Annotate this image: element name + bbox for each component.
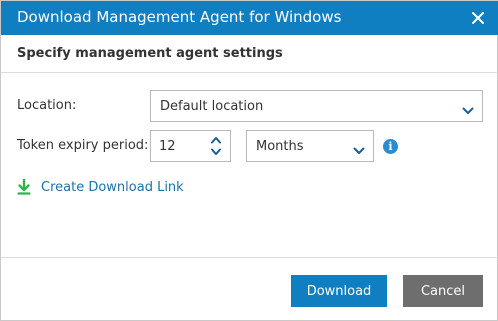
token-expiry-stepper[interactable] — [150, 130, 231, 162]
chevron-down-icon — [462, 101, 474, 114]
download-icon — [17, 179, 32, 195]
download-button[interactable]: Download — [291, 275, 387, 307]
download-agent-dialog: Download Management Agent for Windows Sp… — [0, 0, 498, 321]
token-expiry-input[interactable] — [159, 137, 203, 155]
location-select[interactable]: Default location — [150, 90, 483, 122]
token-expiry-unit-value: Months — [256, 139, 304, 154]
location-label: Location: — [17, 98, 77, 113]
dialog-subheader: Specify management agent settings — [1, 35, 498, 73]
chevron-up-icon[interactable] — [209, 135, 223, 145]
create-download-link[interactable]: Create Download Link — [17, 178, 184, 196]
location-select-value: Default location — [160, 99, 264, 114]
token-expiry-unit-select[interactable]: Months — [246, 130, 374, 162]
cancel-button[interactable]: Cancel — [403, 275, 483, 307]
create-download-link-label: Create Download Link — [41, 179, 184, 195]
info-icon[interactable]: i — [383, 139, 398, 154]
dialog-subtitle: Specify management agent settings — [17, 46, 283, 61]
dialog-titlebar: Download Management Agent for Windows — [1, 1, 498, 35]
chevron-down-icon — [353, 141, 365, 154]
token-expiry-label: Token expiry period: — [17, 138, 149, 153]
close-icon[interactable] — [469, 9, 487, 27]
dialog-title: Download Management Agent for Windows — [17, 8, 342, 26]
chevron-down-icon[interactable] — [209, 147, 223, 157]
footer-divider — [1, 257, 498, 258]
